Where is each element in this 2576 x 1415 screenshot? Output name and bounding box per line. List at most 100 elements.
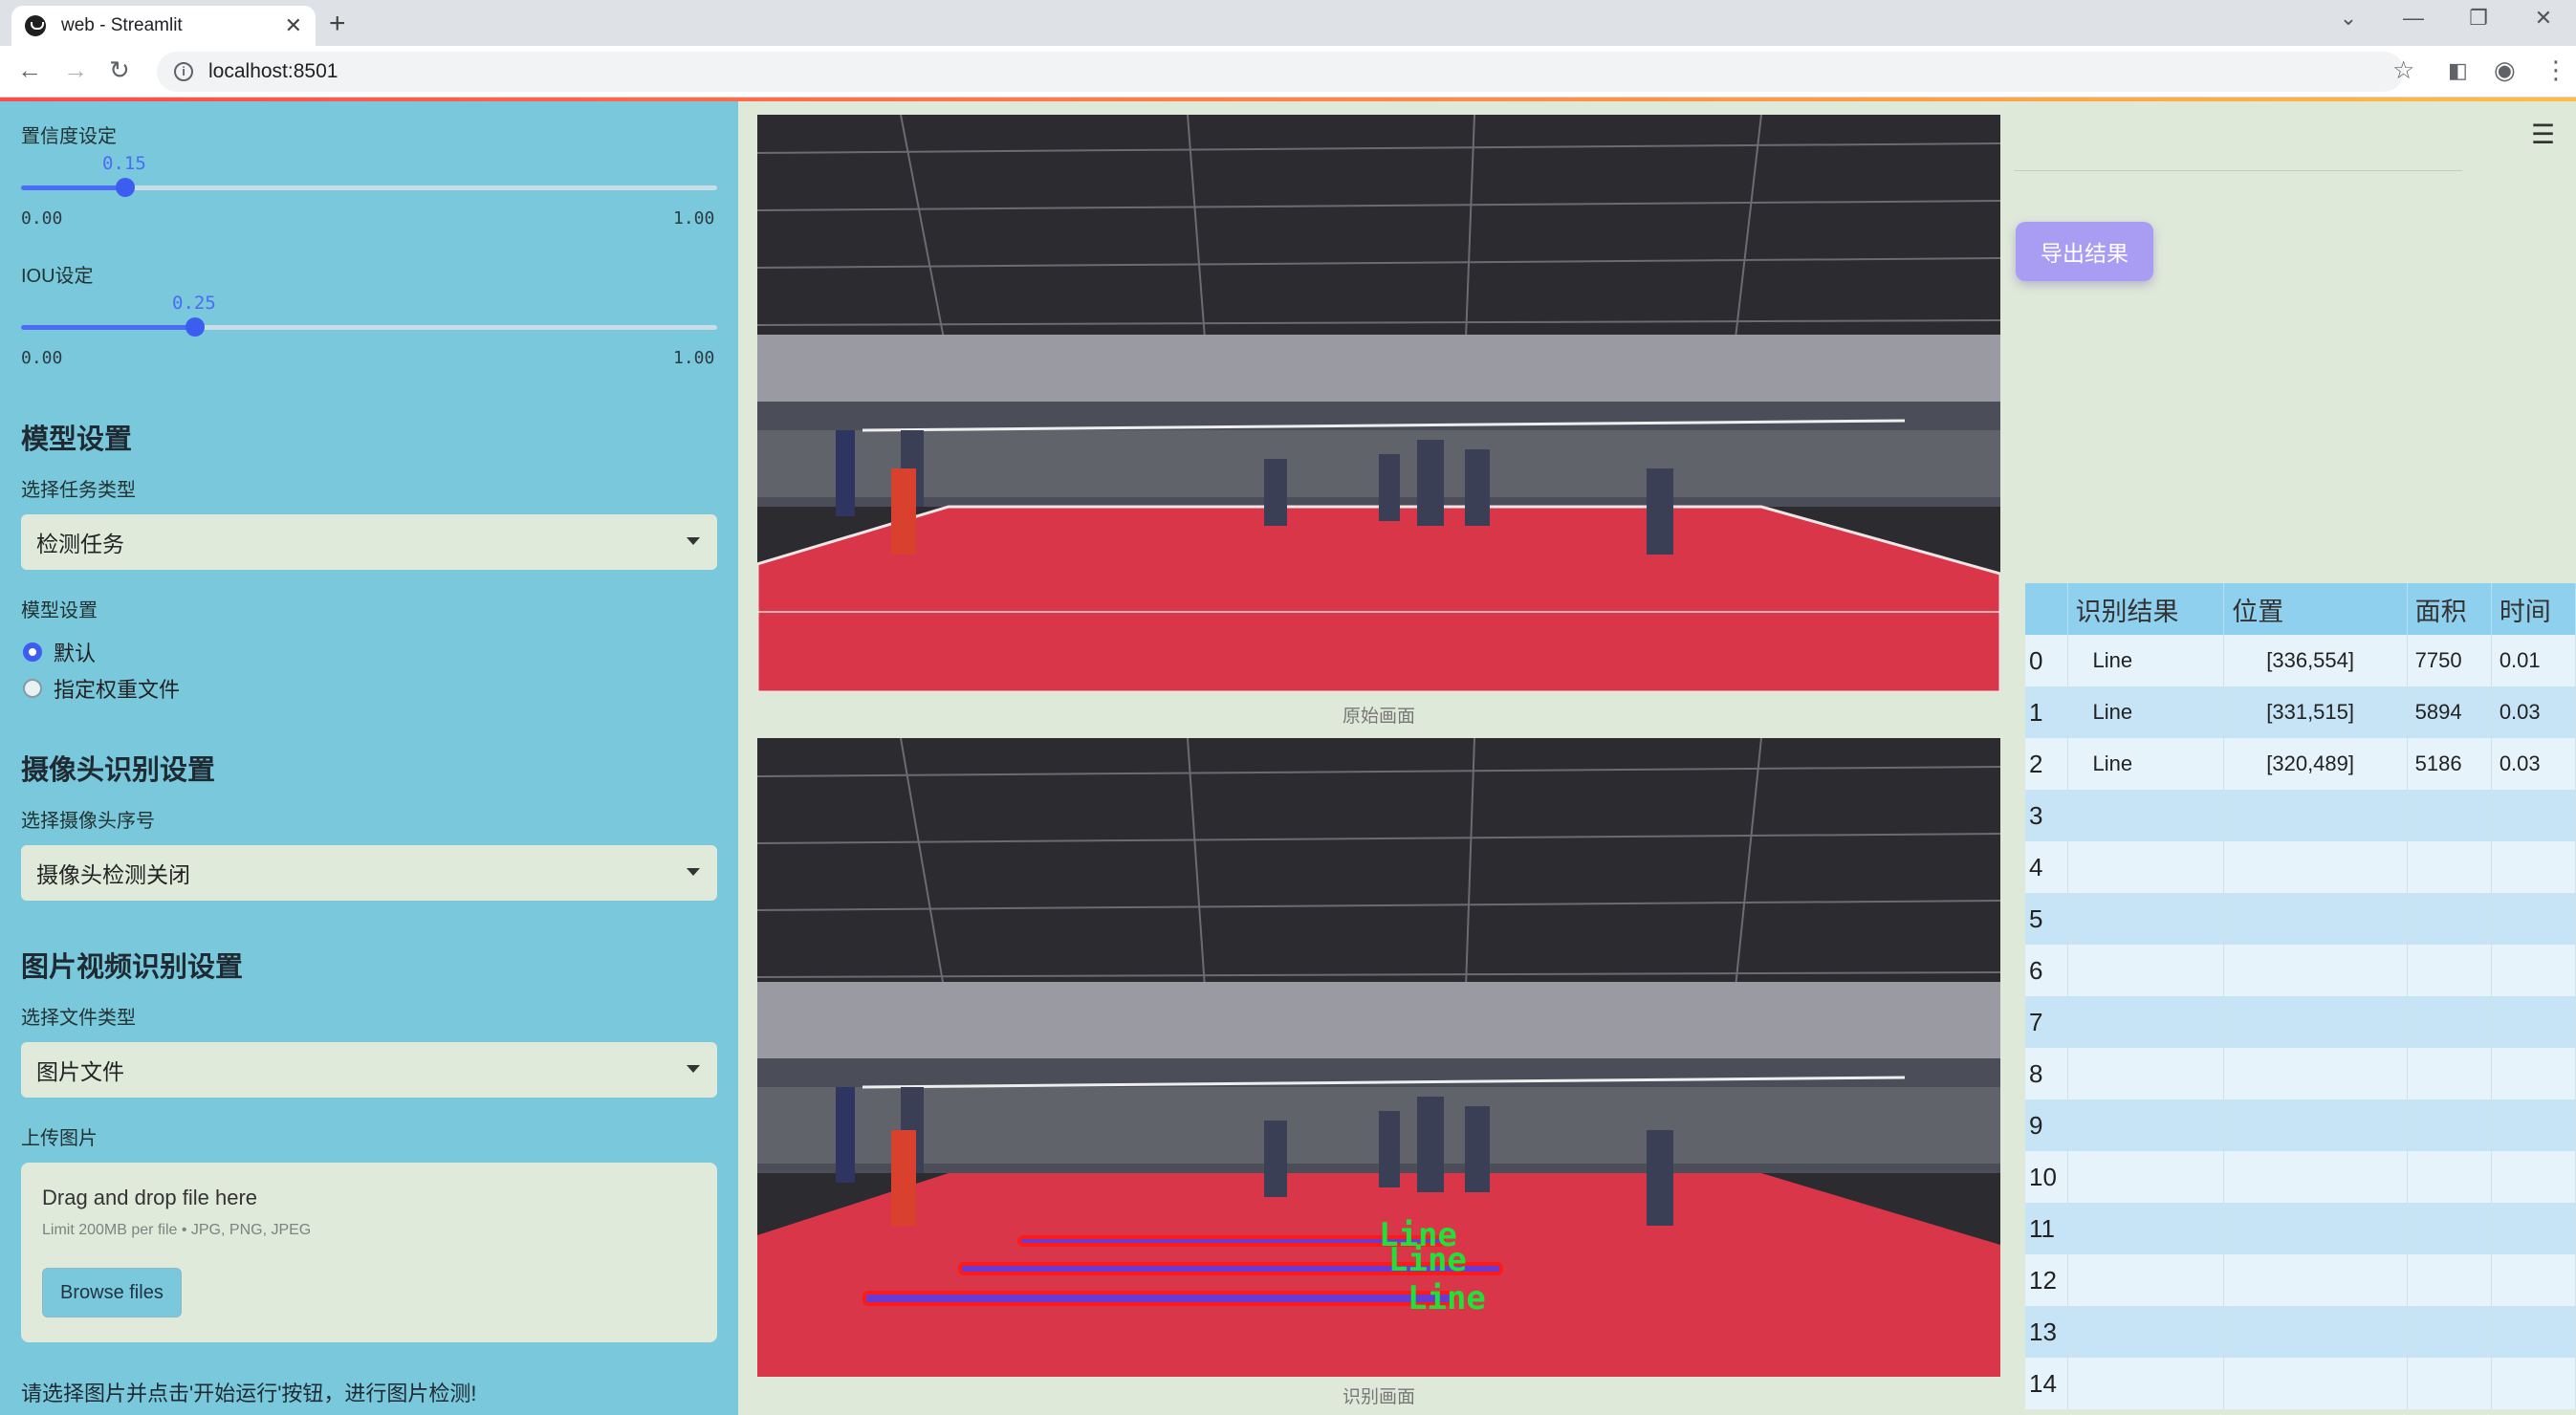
table-row[interactable]: 1 Line [331,515] 5894 0.03 (2025, 686, 2576, 738)
radio-custom-weights[interactable]: 指定权重文件 (23, 673, 180, 704)
table-row[interactable]: 12 (2025, 1254, 2576, 1306)
table-row[interactable]: 10 (2025, 1151, 2576, 1203)
iou-slider-thumb[interactable] (186, 317, 205, 337)
profile-avatar-icon[interactable]: ◉ (2494, 55, 2516, 85)
dropzone-title: Drag and drop file here (42, 1186, 258, 1209)
export-results-button[interactable]: 导出结果 (2016, 222, 2153, 281)
file-type-select[interactable]: 图片文件 (21, 1042, 717, 1098)
position-cell (2223, 1254, 2408, 1306)
confidence-slider-thumb[interactable] (116, 178, 136, 197)
result-image: Line Line Line (757, 738, 2000, 1377)
col-position-header[interactable]: 位置 (2223, 583, 2408, 635)
table-row[interactable]: 5 (2025, 893, 2576, 945)
row-index-cell: 13 (2025, 1306, 2068, 1358)
result-cell (2067, 1203, 2225, 1254)
forward-arrow-icon[interactable]: → (63, 55, 88, 85)
area-cell (2407, 1203, 2492, 1254)
result-cell (2067, 893, 2225, 945)
volleyball-court-photo (757, 115, 2000, 692)
row-index-cell: 5 (2025, 893, 2068, 945)
row-index-cell: 6 (2025, 945, 2068, 996)
table-row[interactable]: 8 (2025, 1048, 2576, 1099)
tab-search-icon[interactable]: ⌄ (2316, 6, 2381, 31)
result-cell (2067, 790, 2225, 841)
camera-select[interactable]: 摄像头检测关闭 (21, 845, 717, 901)
browse-files-button[interactable]: Browse files (42, 1268, 182, 1317)
position-cell (2223, 1306, 2408, 1358)
back-arrow-icon[interactable]: ← (17, 55, 42, 85)
url-text: localhost:8501 (208, 60, 338, 82)
col-index-header[interactable] (2025, 583, 2068, 635)
task-type-select[interactable]: 检测任务 (21, 514, 717, 570)
table-row[interactable]: 11 (2025, 1203, 2576, 1254)
area-cell (2407, 893, 2492, 945)
file-section-heading: 图片视频识别设置 (21, 952, 244, 983)
table-row[interactable]: 14 (2025, 1358, 2576, 1409)
result-cell (2067, 1151, 2225, 1203)
time-cell (2491, 1254, 2576, 1306)
new-tab-button[interactable]: + (329, 8, 346, 40)
table-body: 0 Line [336,554] 7750 0.01 1 Line [331,515] 5894… (2025, 635, 2576, 1409)
table-row[interactable]: 0 Line [336,554] 7750 0.01 (2025, 635, 2576, 686)
confidence-label: 置信度设定 (21, 126, 117, 147)
restore-button[interactable]: ❐ (2446, 6, 2511, 31)
result-cell (2067, 841, 2225, 893)
file-dropzone[interactable]: Drag and drop file here Limit 200MB per … (21, 1163, 717, 1342)
tab-close-icon[interactable]: ✕ (285, 13, 302, 38)
position-cell (2223, 996, 2408, 1048)
table-row[interactable]: 13 (2025, 1306, 2576, 1358)
position-cell: [320,489] (2223, 738, 2408, 790)
area-cell (2407, 1099, 2492, 1151)
table-row[interactable]: 2 Line [320,489] 5186 0.03 (2025, 738, 2576, 790)
close-window-button[interactable]: ✕ (2511, 6, 2576, 31)
table-row[interactable]: 9 (2025, 1099, 2576, 1151)
browser-menu-icon[interactable]: ⋮ (2543, 55, 2568, 85)
table-row[interactable]: 3 (2025, 790, 2576, 841)
position-cell: [336,554] (2223, 635, 2408, 686)
result-cell: Line (2067, 635, 2225, 686)
table-row[interactable]: 6 (2025, 945, 2576, 996)
position-cell (2223, 1358, 2408, 1409)
table-row[interactable]: 7 (2025, 996, 2576, 1048)
browser-tab[interactable]: web - Streamlit ✕ (11, 6, 316, 46)
table-row[interactable]: 4 (2025, 841, 2576, 893)
iou-slider-fill (21, 325, 195, 330)
browser-tabbar: web - Streamlit ✕ + ⌄ — ❐ ✕ (0, 0, 2576, 46)
col-area-header[interactable]: 面积 (2407, 583, 2492, 635)
detection-box-3 (862, 1291, 1455, 1306)
col-time-header[interactable]: 时间 (2491, 583, 2576, 635)
tab-title: web - Streamlit (61, 15, 183, 35)
radio-default[interactable]: 默认 (23, 637, 96, 667)
site-info-icon[interactable]: i (174, 62, 193, 81)
minimize-button[interactable]: — (2381, 6, 2446, 31)
upload-label: 上传图片 (21, 1128, 98, 1149)
row-index-cell: 12 (2025, 1254, 2068, 1306)
bookmark-star-icon[interactable]: ☆ (2392, 55, 2414, 85)
chevron-down-icon (687, 537, 700, 545)
time-cell (2491, 790, 2576, 841)
position-cell (2223, 1048, 2408, 1099)
time-cell: 0.01 (2491, 635, 2576, 686)
hamburger-menu-icon[interactable]: ☰ (2531, 119, 2555, 150)
position-cell (2223, 1099, 2408, 1151)
position-cell (2223, 790, 2408, 841)
sidepanel-icon[interactable]: ◧ (2448, 58, 2468, 83)
url-field[interactable]: i localhost:8501 (157, 52, 2404, 92)
area-cell: 5186 (2407, 738, 2492, 790)
confidence-slider[interactable] (21, 178, 717, 197)
time-cell (2491, 1151, 2576, 1203)
result-cell (2067, 945, 2225, 996)
row-index-cell: 10 (2025, 1151, 2068, 1203)
iou-label: IOU设定 (21, 266, 94, 287)
results-table: 识别结果 位置 面积 时间 0 Line [336,554] 7750 0.01 1 Lin… (2025, 583, 2576, 1409)
file-type-label: 选择文件类型 (21, 1008, 136, 1029)
streamlit-favicon-icon (25, 15, 46, 36)
position-cell (2223, 1151, 2408, 1203)
col-result-header[interactable]: 识别结果 (2067, 583, 2225, 635)
result-cell (2067, 1306, 2225, 1358)
reload-icon[interactable]: ↻ (109, 55, 130, 85)
divider (2015, 170, 2462, 171)
iou-slider[interactable] (21, 317, 717, 337)
position-cell (2223, 945, 2408, 996)
time-cell (2491, 841, 2576, 893)
